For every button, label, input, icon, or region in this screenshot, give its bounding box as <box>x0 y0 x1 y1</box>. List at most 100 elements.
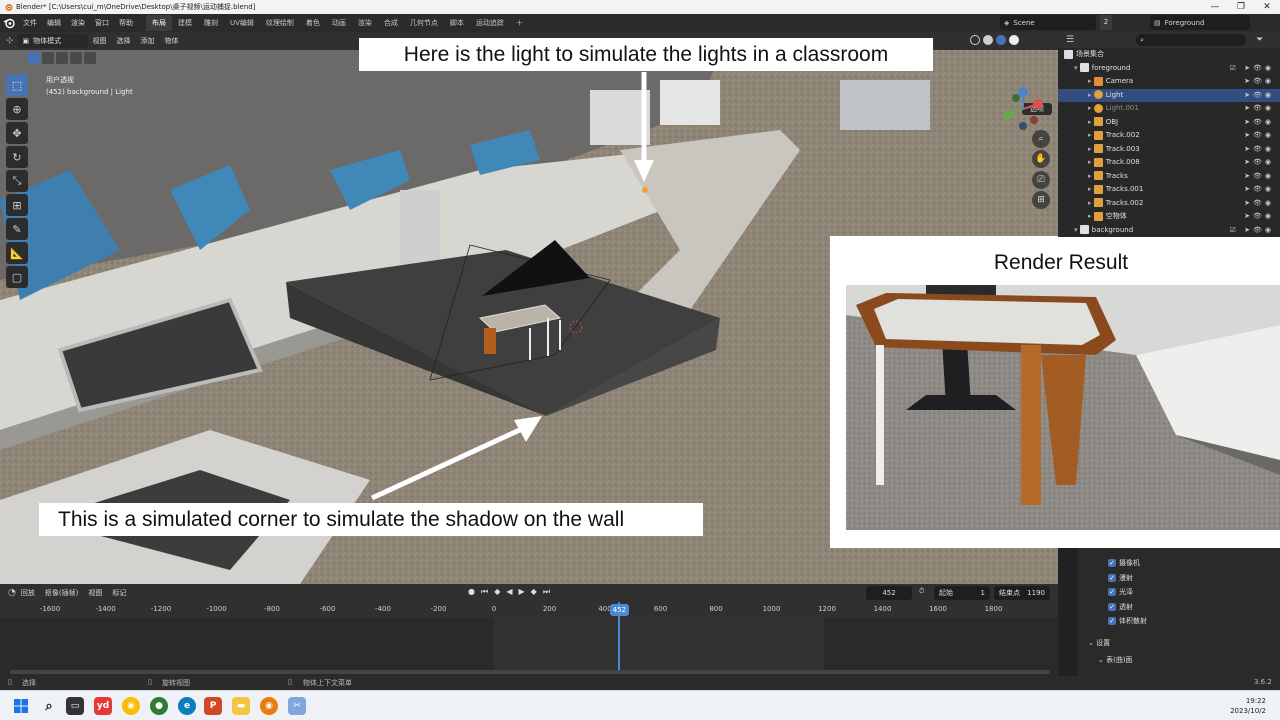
next-keyframe-icon[interactable]: ◆ <box>531 587 537 597</box>
visibility-toggles[interactable]: ➤👁◉ <box>1244 116 1274 130</box>
select-invert-icon[interactable] <box>70 52 82 64</box>
scale-tool-icon[interactable]: ⤡ <box>6 170 28 192</box>
checkbox-diffuse[interactable]: ✓ 漫射 <box>1108 573 1133 583</box>
pan-hand-icon[interactable]: ✋ <box>1032 150 1050 168</box>
tab-sculpting[interactable]: 雕刻 <box>198 15 224 31</box>
outliner-search-input[interactable]: ⌕ <box>1136 34 1247 46</box>
object-mode-dropdown[interactable]: ▣ 物体模式 <box>17 34 88 48</box>
select-extend-icon[interactable] <box>42 52 54 64</box>
navigation-gizmo[interactable] <box>998 84 1048 134</box>
record-icon[interactable]: ● <box>468 587 475 597</box>
tab-layout[interactable]: 布局 <box>146 15 172 31</box>
tab-compositing[interactable]: 合成 <box>378 15 404 31</box>
expand-arrow-icon[interactable]: ▸ <box>1088 172 1094 180</box>
camera-view-icon[interactable]: ⎚ <box>1032 171 1050 189</box>
timeline-editor-icon[interactable]: ◔ <box>8 588 16 598</box>
prev-keyframe-icon[interactable]: ◆ <box>494 587 500 597</box>
checkbox-glossy[interactable]: ✓ 光泽 <box>1108 587 1133 597</box>
visibility-toggles[interactable]: ➤👁◉ <box>1244 102 1274 116</box>
scene-selector[interactable]: ◈ Scene <box>1000 15 1096 30</box>
outliner-editor-icon[interactable]: ☰ <box>1066 35 1074 45</box>
outliner-row[interactable]: ▸ Track.008 ➤👁◉ <box>1058 156 1280 170</box>
outliner-row[interactable]: ▸ Light.001 ➤👁◉ <box>1058 102 1280 116</box>
perspective-grid-icon[interactable]: ⊞ <box>1032 191 1050 209</box>
wireframe-shading-icon[interactable] <box>970 35 980 45</box>
tab-geometry-nodes[interactable]: 几何节点 <box>404 15 444 31</box>
tab-animation[interactable]: 动画 <box>326 15 352 31</box>
outliner-row[interactable]: ▸ Tracks.001 ➤👁◉ <box>1058 183 1280 197</box>
end-frame-field[interactable]: 结束点 1190 <box>994 586 1050 600</box>
tab-shading[interactable]: 着色 <box>300 15 326 31</box>
expand-arrow-icon[interactable]: ▸ <box>1088 104 1094 112</box>
rendered-shading-icon[interactable] <box>1009 35 1019 45</box>
zoom-icon[interactable]: ⌕ <box>1032 130 1050 148</box>
measure-tool-icon[interactable]: 📐 <box>6 242 28 264</box>
timeline-menu-view[interactable]: 视图 <box>83 584 107 602</box>
visibility-toggles[interactable]: ➤👁◉ <box>1244 183 1274 197</box>
timeline-menu-marker[interactable]: 标记 <box>107 584 131 602</box>
expand-arrow-icon[interactable]: ▸ <box>1088 185 1094 193</box>
menu-file[interactable]: 文件 <box>18 14 42 32</box>
tab-uv-editing[interactable]: UV编辑 <box>224 15 260 31</box>
filter-icon[interactable]: ⏷ <box>1256 35 1263 45</box>
tab-modeling[interactable]: 建模 <box>172 15 198 31</box>
visibility-toggles[interactable]: ☑ ➤👁◉ <box>1230 62 1274 76</box>
expand-arrow-icon[interactable]: ▸ <box>1088 212 1094 220</box>
start-frame-field[interactable]: 起始 1 <box>934 586 990 600</box>
expand-arrow-icon[interactable]: ▸ <box>1088 91 1094 99</box>
outliner-row[interactable]: ▸ Tracks ➤👁◉ <box>1058 170 1280 184</box>
visibility-toggles[interactable]: ➤👁◉ <box>1244 197 1274 211</box>
menu-window[interactable]: 窗口 <box>90 14 114 32</box>
maximize-icon[interactable]: ❐ <box>1228 0 1254 14</box>
play-reverse-icon[interactable]: ◀ <box>506 587 512 597</box>
blender-taskbar-icon[interactable]: ◉ <box>260 697 278 715</box>
outliner-row[interactable]: ▸ Track.002 ➤👁◉ <box>1058 129 1280 143</box>
expand-arrow-icon[interactable]: ▸ <box>1088 145 1094 153</box>
chrome-icon[interactable]: ◉ <box>122 697 140 715</box>
select-intersect-icon[interactable] <box>84 52 96 64</box>
shading-modes[interactable] <box>970 35 1019 45</box>
chat-app-icon[interactable]: ● <box>150 697 168 715</box>
tab-rendering[interactable]: 渲染 <box>352 15 378 31</box>
view-layer-selector[interactable]: ▤ Foreground <box>1150 15 1250 30</box>
menu-edit[interactable]: 编辑 <box>42 14 66 32</box>
expand-arrow-icon[interactable]: ▸ <box>1088 77 1094 85</box>
material-shading-icon[interactable] <box>996 35 1006 45</box>
outliner-row[interactable]: ▸ OBJ ➤👁◉ <box>1058 116 1280 130</box>
jump-end-icon[interactable]: ⏭ <box>543 587 550 597</box>
viewport-menu-view[interactable]: 视图 <box>88 32 112 50</box>
system-clock[interactable]: 19:22 2023/10/2 <box>1230 696 1266 716</box>
settings-section[interactable]: ⌄ 设置 <box>1088 638 1110 648</box>
tab-motion-tracking[interactable]: 运动追踪 <box>470 15 510 31</box>
outliner-row[interactable]: ▸ Camera ➤👁◉ <box>1058 75 1280 89</box>
visibility-toggles[interactable]: ➤👁◉ <box>1244 143 1274 157</box>
editor-type-icon[interactable]: ⊹ <box>6 36 14 46</box>
timeline-scrollbar[interactable] <box>10 670 1050 674</box>
playhead-frame-label[interactable]: 452 <box>609 604 629 616</box>
timeline-menu-playback[interactable]: 回放 <box>16 584 40 602</box>
expand-arrow-icon[interactable]: ▾ <box>1074 64 1080 72</box>
powerpoint-icon[interactable]: P <box>204 697 222 715</box>
outliner-row[interactable]: ▸ Track.003 ➤👁◉ <box>1058 143 1280 157</box>
file-explorer-icon[interactable]: ▬ <box>232 697 250 715</box>
visibility-toggles[interactable]: ➤👁◉ <box>1244 170 1274 184</box>
blender-menu-icon[interactable] <box>0 14 18 32</box>
checkbox-camera[interactable]: ✓ 摄像机 <box>1108 558 1140 568</box>
current-frame-field[interactable]: 452 <box>866 586 912 600</box>
checkbox-volume-scatter[interactable]: ✓ 体积散射 <box>1108 616 1147 626</box>
select-new-icon[interactable] <box>28 52 40 64</box>
add-workspace-icon[interactable]: ＋ <box>510 15 529 31</box>
solid-shading-icon[interactable] <box>983 35 993 45</box>
expand-arrow-icon[interactable]: ▸ <box>1088 131 1094 139</box>
expand-arrow-icon[interactable]: ▸ <box>1088 199 1094 207</box>
windows-start-icon[interactable] <box>12 697 30 715</box>
menu-help[interactable]: 帮助 <box>114 14 138 32</box>
visibility-toggles[interactable]: ➤👁◉ <box>1244 75 1274 89</box>
checkbox-transmission[interactable]: ✓ 透射 <box>1108 602 1133 612</box>
expand-arrow-icon[interactable]: ▸ <box>1088 158 1094 166</box>
cursor-tool-icon[interactable]: ⊕ <box>6 98 28 120</box>
play-icon[interactable]: ▶ <box>519 587 525 597</box>
viewport-menu-object[interactable]: 物体 <box>160 32 184 50</box>
select-subtract-icon[interactable] <box>56 52 68 64</box>
outliner-row[interactable]: ▸ 空物体 ➤👁◉ <box>1058 210 1280 224</box>
